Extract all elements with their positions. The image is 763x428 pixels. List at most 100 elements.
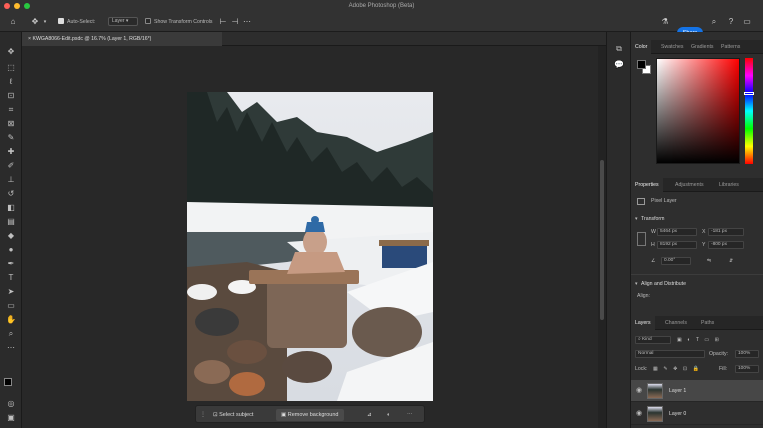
pen-tool-icon[interactable]: ✒ — [4, 258, 18, 270]
gradient-tool-icon[interactable]: ▤ — [4, 216, 18, 228]
marquee-tool-icon[interactable]: ⬚ — [4, 62, 18, 74]
lock-icons[interactable]: ▦ ✎ ✥ ⊡ 🔒 — [653, 365, 701, 373]
more-tools-icon[interactable]: ⋯ — [4, 342, 18, 354]
align-left-icon[interactable]: ⊢ — [218, 17, 228, 27]
opacity-label: Opacity: — [709, 351, 729, 357]
flask-icon[interactable]: ⚗ — [660, 17, 670, 27]
path-select-tool-icon[interactable]: ➤ — [4, 286, 18, 298]
tab-channels[interactable]: Channels — [665, 316, 687, 330]
align-toggle-icon[interactable]: ▾ — [635, 280, 638, 288]
align-center-icon[interactable]: ⊣ — [230, 17, 240, 27]
crop-tool-icon[interactable]: ⌗ — [4, 104, 18, 116]
zoom-tool-icon[interactable]: ⌕ — [4, 328, 18, 340]
tab-gradients[interactable]: Gradients — [691, 40, 714, 54]
tab-color[interactable]: Color — [631, 40, 652, 54]
select-subject-button[interactable]: ⊡ Select subject — [208, 409, 258, 421]
color-panel-tabs: Color Swatches Gradients Patterns — [631, 40, 763, 54]
dodge-tool-icon[interactable]: ● — [4, 244, 18, 256]
stamp-tool-icon[interactable]: ⊥ — [4, 174, 18, 186]
layer-filter-icons[interactable]: ▣ ◐ T ▭ ⊞ — [677, 336, 721, 344]
opacity-field[interactable]: 100% — [735, 350, 759, 358]
height-field[interactable]: 8192 px — [657, 241, 697, 249]
frame-tool-icon[interactable]: ⊠ — [4, 118, 18, 130]
fill-field[interactable]: 100% — [735, 365, 759, 373]
home-icon[interactable]: ⌂ — [8, 17, 18, 27]
blend-mode-dropdown[interactable]: Normal — [635, 350, 705, 358]
history-brush-tool-icon[interactable]: ↺ — [4, 188, 18, 200]
w-label: W — [651, 229, 656, 235]
width-field[interactable]: 5464 px — [657, 228, 697, 236]
workspace-icon[interactable]: ▭ — [742, 17, 752, 27]
move-tool-icon[interactable]: ✥ — [4, 46, 18, 58]
type-tool-icon[interactable]: T — [4, 272, 18, 284]
object-select-tool-icon[interactable]: ⊡ — [4, 90, 18, 102]
more-options-icon[interactable]: ⋯ — [402, 409, 418, 421]
window-title: Adobe Photoshop (Beta) — [348, 3, 415, 9]
quick-mask-icon[interactable]: ◎ — [4, 398, 18, 410]
lasso-tool-icon[interactable]: ℓ — [4, 76, 18, 88]
tab-libraries[interactable]: Libraries — [719, 178, 739, 192]
auto-select-label: Auto-Select: — [67, 19, 96, 25]
tab-adjustments[interactable]: Adjustments — [675, 178, 704, 192]
learn-icon[interactable]: ? — [726, 17, 736, 27]
search-icon[interactable]: ⌕ — [709, 17, 719, 27]
more-options-icon[interactable]: ⋯ — [242, 17, 252, 27]
comments-panel-icon[interactable]: 💬 — [613, 60, 625, 70]
link-dimensions-icon[interactable] — [637, 232, 646, 246]
flip-vertical-icon[interactable]: ⇵ — [729, 257, 733, 265]
transform-toggle-icon[interactable]: ▾ — [635, 215, 638, 223]
auto-select-target-value: Layer — [112, 18, 125, 24]
layer-name: Layer 0 — [669, 411, 687, 417]
rectangle-tool-icon[interactable]: ▭ — [4, 300, 18, 312]
photo-illustration — [187, 92, 433, 401]
tab-swatches[interactable]: Swatches — [661, 40, 684, 54]
tab-patterns[interactable]: Patterns — [721, 40, 740, 54]
document-image[interactable] — [187, 92, 433, 401]
visibility-eye-icon[interactable]: ◉ — [635, 387, 643, 395]
foreground-color-swatch[interactable] — [4, 378, 12, 386]
chevron-down-icon[interactable]: ▾ — [40, 17, 50, 27]
remove-background-icon: ▣ — [281, 412, 288, 418]
move-tool-icon[interactable]: ✥ — [30, 17, 40, 27]
flip-horizontal-icon[interactable]: ⇋ — [707, 257, 711, 265]
layer-thumbnail — [647, 406, 663, 422]
layer-filter-dropdown[interactable]: ⌕ Kind — [635, 336, 671, 344]
document-tab[interactable]: × KWGA8066-Edit.psdc @ 16.7% (Layer 1, R… — [22, 32, 222, 46]
layer-filter-value: Kind — [642, 337, 652, 342]
show-transform-label: Show Transform Controls — [154, 19, 213, 25]
scrollbar-thumb[interactable] — [600, 160, 604, 320]
auto-select-target-dropdown[interactable]: Layer ▾ — [108, 17, 138, 26]
x-field[interactable]: -181 px — [708, 228, 744, 236]
close-tab-icon[interactable]: × — [28, 36, 31, 42]
visibility-eye-icon[interactable]: ◉ — [635, 410, 643, 418]
hue-slider-handle[interactable] — [744, 92, 754, 95]
right-panels: Color Swatches Gradients Patterns Proper… — [630, 32, 763, 428]
y-field[interactable]: -800 px — [708, 241, 744, 249]
eyedropper-tool-icon[interactable]: ✎ — [4, 132, 18, 144]
layers-panel-tabs: Layers Channels Paths — [631, 316, 763, 330]
layer-row-layer-1[interactable]: ◉ Layer 1 — [631, 380, 763, 402]
transform-icon[interactable]: ⊿ — [362, 409, 377, 421]
adjustment-icon[interactable]: ◐ — [382, 409, 395, 421]
healing-tool-icon[interactable]: ✚ — [4, 146, 18, 158]
tab-layers[interactable]: Layers — [631, 316, 655, 330]
layer-row-layer-0[interactable]: ◉ Layer 0 — [631, 403, 763, 425]
hand-tool-icon[interactable]: ✋ — [4, 314, 18, 326]
history-panel-icon[interactable]: ⧉ — [613, 44, 625, 54]
angle-field[interactable]: 0.00° — [661, 257, 691, 265]
y-label: Y — [702, 242, 706, 248]
show-transform-checkbox[interactable] — [145, 18, 151, 24]
tab-properties[interactable]: Properties — [631, 178, 663, 192]
color-field[interactable] — [656, 58, 740, 164]
eraser-tool-icon[interactable]: ◧ — [4, 202, 18, 214]
auto-select-checkbox[interactable] — [58, 18, 64, 24]
blur-tool-icon[interactable]: ◆ — [4, 230, 18, 242]
remove-background-button[interactable]: ▣ Remove background — [276, 409, 344, 421]
drag-handle-icon[interactable]: ⋮ — [200, 411, 206, 419]
hue-slider[interactable] — [745, 58, 753, 164]
brush-tool-icon[interactable]: ✐ — [4, 160, 18, 172]
foreground-color-chip[interactable] — [637, 60, 646, 69]
transform-heading: Transform — [641, 216, 665, 222]
tab-paths[interactable]: Paths — [701, 316, 714, 330]
screen-mode-icon[interactable]: ▣ — [4, 412, 18, 424]
